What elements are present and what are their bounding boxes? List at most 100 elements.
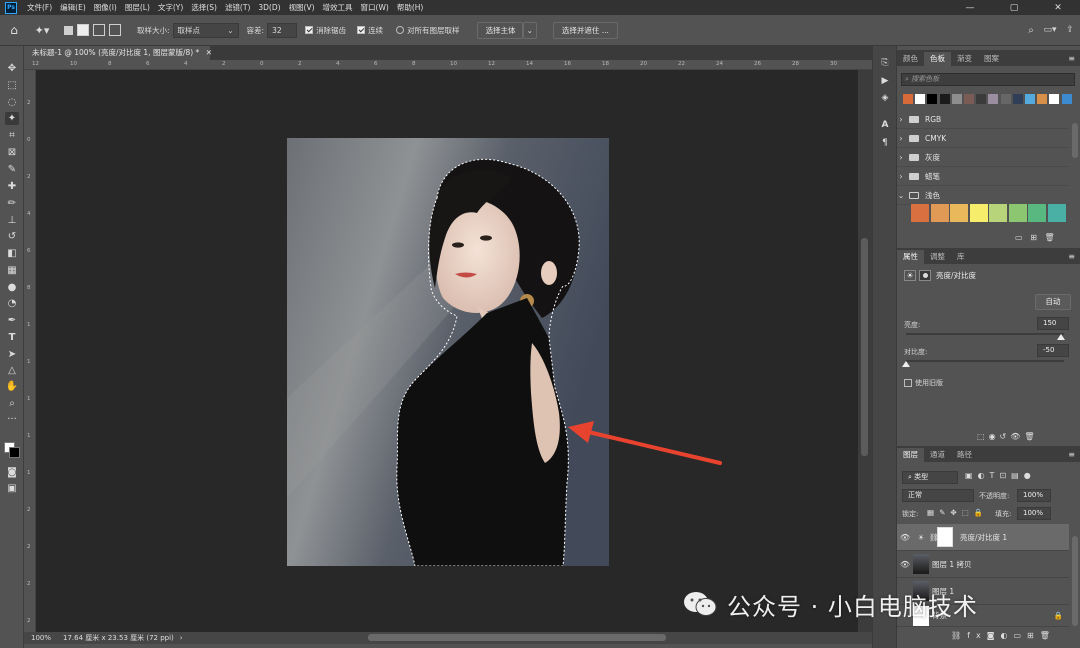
color-swatch[interactable] — [939, 94, 950, 104]
layer-mask-thumbnail[interactable] — [937, 527, 953, 547]
lasso-tool-icon[interactable]: ◌ — [5, 96, 19, 109]
panel-menu-icon[interactable]: ≡ — [1068, 448, 1080, 462]
lock-all-icon[interactable]: 🔒 — [974, 508, 988, 517]
swatch-search-field[interactable]: ⌕ 搜索色板 — [901, 73, 1075, 86]
horizontal-scroll-thumb[interactable] — [368, 634, 666, 641]
hand-tool-icon[interactable]: ✋ — [5, 380, 19, 393]
clip-to-layer-icon[interactable]: ⬚ — [977, 432, 989, 441]
menu-file[interactable]: 文件(F) — [23, 2, 56, 13]
brightness-slider[interactable] — [906, 333, 1064, 335]
contrast-slider-knob[interactable] — [902, 361, 910, 367]
eye-icon[interactable]: 👁 — [897, 560, 913, 569]
auto-button[interactable]: 自动 — [1035, 294, 1071, 310]
select-and-mask-button[interactable]: 选择并遮住 ... — [552, 21, 618, 39]
maximize-button[interactable]: ▢ — [992, 3, 1036, 13]
view-previous-icon[interactable]: ◉ — [989, 432, 1000, 441]
new-selection-icon[interactable] — [64, 25, 73, 35]
color-swatch[interactable] — [1049, 94, 1060, 104]
healing-brush-tool-icon[interactable]: ✚ — [5, 180, 19, 193]
select-subject-button[interactable]: 选择主体 — [476, 21, 523, 39]
menu-view[interactable]: 视图(V) — [285, 2, 319, 13]
color-swatch[interactable] — [964, 94, 974, 104]
document-info[interactable]: 17.64 厘米 x 23.53 厘米 (72 ppi) — [63, 633, 174, 643]
color-swatch[interactable] — [1047, 204, 1066, 222]
color-swatch[interactable] — [1028, 204, 1046, 222]
more-tools-icon[interactable]: ··· — [5, 413, 19, 426]
workspace-icon[interactable]: ▭▾ — [1040, 25, 1060, 35]
fx-icon[interactable]: fx — [967, 631, 987, 640]
visibility-icon[interactable]: 👁 — [1010, 432, 1024, 441]
vertical-scroll-thumb[interactable] — [861, 238, 868, 456]
legacy-checkbox[interactable] — [904, 379, 912, 387]
shape-filter-icon[interactable]: ⊡ — [999, 471, 1011, 480]
tab-libraries[interactable]: 库 — [951, 250, 971, 264]
blend-mode-select[interactable]: 正常 — [902, 489, 974, 502]
character-icon[interactable]: A — [879, 120, 891, 132]
brightness-slider-knob[interactable] — [1056, 334, 1065, 340]
sample-all-checkbox[interactable] — [396, 26, 405, 34]
tab-pattern[interactable]: 图案 — [978, 52, 1005, 66]
color-swatch[interactable] — [950, 204, 968, 222]
quick-mask-icon[interactable]: ◙ — [5, 466, 19, 479]
antialias-checkbox[interactable] — [305, 26, 314, 34]
color-swatch[interactable] — [1025, 94, 1035, 104]
tab-color[interactable]: 颜色 — [897, 52, 924, 66]
tab-swatches[interactable]: 色板 — [924, 52, 951, 66]
artboard-lock-icon[interactable]: ⬚ — [962, 508, 974, 517]
magic-wand-tool-icon[interactable]: ✦ — [5, 112, 19, 125]
blur-tool-icon[interactable]: ● — [5, 281, 19, 294]
color-swatch[interactable] — [915, 94, 926, 104]
minimize-button[interactable]: — — [948, 3, 992, 13]
gradient-tool-icon[interactable]: ▦ — [5, 264, 19, 277]
history-icon[interactable]: ⎘ — [879, 58, 891, 70]
brush-tool-icon[interactable]: ✏ — [5, 197, 19, 210]
menu-image[interactable]: 图像(I) — [90, 2, 121, 13]
menu-help[interactable]: 帮助(H) — [393, 2, 428, 13]
tolerance-input[interactable]: 32 — [267, 22, 298, 38]
fill-input[interactable]: 100% — [1017, 507, 1051, 520]
type-filter-icon[interactable]: T — [990, 471, 1000, 480]
eraser-tool-icon[interactable]: ◧ — [5, 247, 19, 260]
magic-wand-icon[interactable]: ✦▾ — [28, 24, 56, 37]
legacy-option[interactable]: 使用旧版 — [904, 378, 943, 388]
path-selection-tool-icon[interactable]: ➤ — [5, 348, 19, 361]
layer-row-brightness-contrast[interactable]: 👁 ☀ ⛓ 亮度/对比度 1 — [897, 524, 1069, 551]
menu-type[interactable]: 文字(Y) — [154, 2, 187, 13]
background-color-swatch[interactable] — [9, 447, 20, 458]
color-swatch[interactable] — [903, 94, 913, 104]
menu-filter[interactable]: 滤镜(T) — [221, 2, 254, 13]
filter-toggle-icon[interactable]: ● — [1024, 471, 1036, 480]
opacity-input[interactable]: 100% — [1017, 489, 1051, 502]
smart-object-filter-icon[interactable]: ▤ — [1011, 471, 1024, 480]
layer-thumbnail[interactable] — [913, 554, 929, 574]
search-icon[interactable]: ⌕ — [1022, 25, 1040, 36]
eyedropper-tool-icon[interactable]: ✎ — [5, 163, 19, 176]
color-swatch[interactable] — [951, 94, 962, 104]
marquee-tool-icon[interactable]: ⬚ — [5, 79, 19, 92]
reset-icon[interactable]: ↺ — [1000, 432, 1011, 441]
new-group-icon[interactable]: ▭ — [1015, 233, 1023, 242]
color-swatch[interactable] — [1061, 94, 1072, 104]
sample-size-select[interactable]: 取样点 ⌄ — [172, 22, 239, 38]
swatch-group-pastel[interactable]: › 蜡笔 — [897, 167, 1069, 186]
link-icon[interactable]: ⛓ — [929, 533, 939, 542]
tab-layers[interactable]: 图层 — [897, 448, 924, 462]
tab-channels[interactable]: 通道 — [924, 448, 951, 462]
add-mask-icon[interactable]: ◙ — [987, 631, 1001, 640]
clone-stamp-tool-icon[interactable]: ⊥ — [5, 214, 19, 227]
close-button[interactable]: ✕ — [1036, 3, 1080, 13]
color-swatch[interactable] — [1012, 94, 1023, 104]
color-swatch[interactable] — [976, 94, 987, 104]
chevron-right-icon[interactable]: › — [180, 634, 183, 642]
tab-paths[interactable]: 路径 — [951, 448, 978, 462]
color-swatch[interactable] — [911, 204, 929, 222]
menu-3d[interactable]: 3D(D) — [254, 3, 284, 12]
screen-mode-icon[interactable]: ▣ — [5, 482, 19, 495]
frame-tool-icon[interactable]: ⊠ — [5, 146, 19, 159]
paragraph-icon[interactable]: ¶ — [879, 138, 891, 150]
select-subject-dropdown[interactable]: ⌄ — [522, 21, 537, 39]
tab-adjustments[interactable]: 调整 — [924, 250, 951, 264]
lock-position-icon[interactable]: ✥ — [950, 508, 961, 517]
new-layer-icon[interactable]: ⊞ — [1027, 631, 1040, 640]
lock-pixels-icon[interactable]: ✎ — [939, 508, 950, 517]
